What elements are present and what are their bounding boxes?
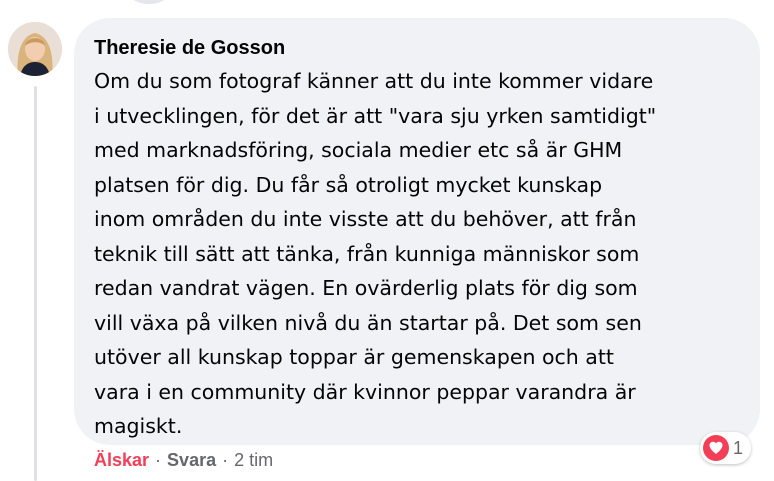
timestamp-link[interactable]: 2 tim	[234, 450, 273, 471]
comment-line: teknik till sätt att tänka, från kunniga…	[94, 241, 640, 266]
comment-line: redan vandrat vägen. En ovärderlig plats…	[94, 276, 638, 300]
comment-line: inom områden du inte visste att du behöv…	[94, 207, 637, 231]
comment-line: vill växa på vilken nivå du än startar p…	[94, 310, 642, 335]
reaction-count: 1	[733, 437, 744, 458]
comment-line: utöver all kunskap toppar är gemenskapen…	[94, 345, 614, 369]
comment-line: platsen för dig. Du får så otroligt myck…	[94, 172, 603, 197]
comment-line: magiskt.	[94, 414, 183, 438]
previous-comment-avatar-stub	[131, 0, 167, 4]
avatar[interactable]	[8, 22, 62, 76]
comment-page: Theresie de Gosson Om du som fotograf kä…	[0, 0, 774, 481]
comment-actions: Älskar · Svara · 2 tim	[94, 450, 273, 471]
love-button[interactable]: Älskar	[94, 450, 149, 471]
author-name[interactable]: Theresie de Gosson	[94, 34, 740, 62]
heart-icon	[703, 435, 729, 461]
comment-line: Om du som fotograf känner att du inte ko…	[94, 69, 654, 93]
reaction-summary[interactable]: 1	[700, 432, 752, 464]
comment-line: vara i en community där kvinnor peppar v…	[94, 379, 636, 404]
separator-dot: ·	[155, 450, 162, 470]
separator-dot: ·	[222, 450, 229, 470]
comment-line: med marknadsföring, sociala medier etc s…	[94, 138, 623, 162]
thread-line	[34, 86, 37, 481]
comment-bubble: Theresie de Gosson Om du som fotograf kä…	[74, 18, 760, 445]
reply-button[interactable]: Svara	[167, 450, 216, 471]
avatar-photo	[8, 22, 62, 76]
comment-text: Om du som fotograf känner att du inte ko…	[94, 64, 740, 444]
comment-line: i utvecklingen, för det är att "vara sju…	[94, 103, 657, 128]
